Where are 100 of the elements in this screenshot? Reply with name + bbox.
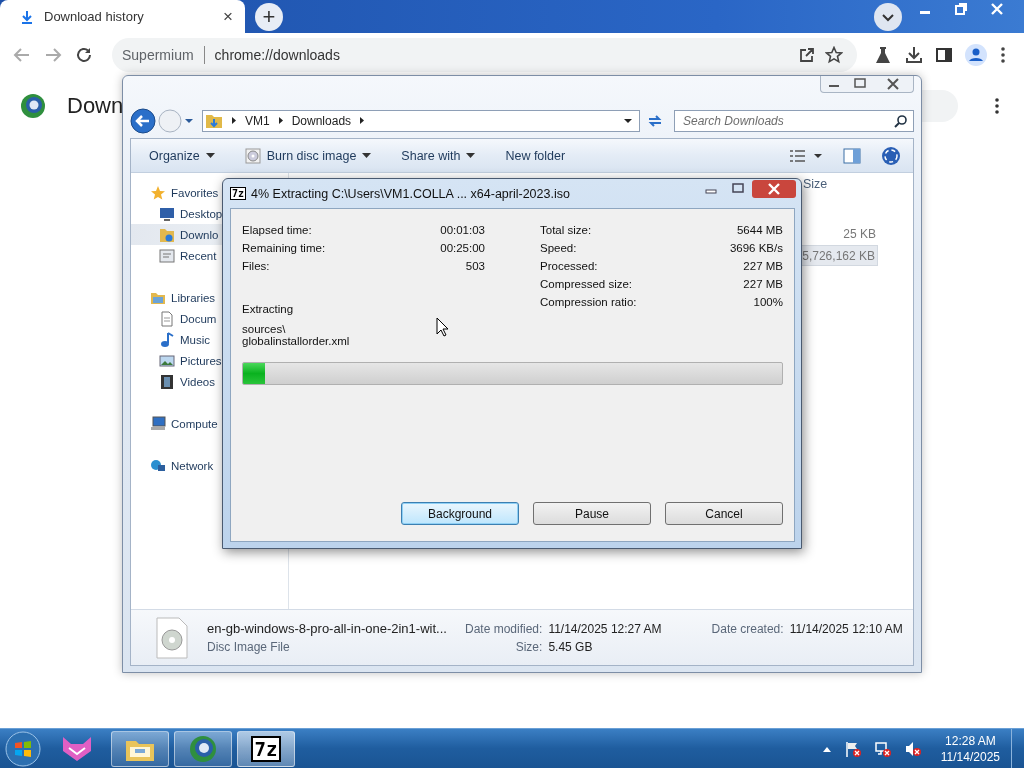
toolbar-button[interactable]: Burn disc image [244,147,372,164]
nav-item[interactable]: Compute [131,413,288,434]
field-value: 11/14/2025 12:27 AM [548,621,662,636]
browser-tab[interactable]: Download history × [0,0,245,33]
file-type: Disc Image File [207,639,291,654]
back-icon[interactable] [130,107,156,134]
disc-icon [244,147,261,164]
computer-icon [150,415,166,432]
clock[interactable]: 12:28 AM 11/14/2025 [940,732,1000,765]
stat-value: 503 [464,260,485,272]
stat-value: 5644 MB [735,224,783,236]
star-icon [150,184,166,201]
globe-icon [188,733,218,764]
stat-label: Compressed size: [540,278,634,290]
profile-icon[interactable] [965,44,987,66]
help-icon[interactable] [881,145,901,166]
toolbar-button[interactable]: Organize [149,148,215,163]
stat-value: 227 MB [742,260,783,272]
stat-value: 00:25:00 [440,242,485,254]
chevron-icon[interactable] [358,116,367,125]
search-icon[interactable] [894,113,908,128]
file-path: globalinstallorder.xml [242,335,350,347]
folder-icon [205,112,223,129]
nav-item[interactable]: Videos [131,371,288,392]
window-title: 4% Extracting C:\Users\VM1.COLLA ... x64-april-2023.iso [251,186,570,201]
cursor-icon [436,317,450,337]
field-label: Date modified: [465,621,543,636]
star-icon[interactable] [825,46,843,64]
music-note-icon [159,331,175,348]
preview-pane-icon[interactable] [843,146,861,165]
field-label: Size: [514,639,543,654]
caret-icon[interactable] [184,116,194,125]
recent-places-icon [159,247,175,264]
column-header[interactable]: Size [803,177,883,191]
field-value: 5.45 GB [548,639,594,654]
toolbar-button[interactable]: New folder [505,148,566,163]
chevron-icon[interactable] [230,116,238,125]
download-icon[interactable] [905,46,923,64]
stat-value: 100% [752,296,783,308]
file-path: sources\ [242,323,286,335]
film-icon [159,373,175,390]
cat-icon [60,734,94,763]
network-warning-icon[interactable] [873,739,892,758]
document-icon [159,310,175,327]
stat-label: Total size: [540,224,593,236]
image-icon [159,352,175,369]
stat-value: 3696 KB/s [729,242,783,254]
close-button[interactable] [752,180,796,198]
restore-icon[interactable] [954,2,968,16]
toolbar-button[interactable]: Share with [401,148,476,163]
stat-label: Files: [242,260,271,272]
flag-warning-icon[interactable] [843,739,862,758]
reload-icon[interactable] [75,46,93,64]
start-button[interactable] [5,730,41,767]
stat-label: Speed: [540,242,578,254]
menu-icon[interactable] [1000,46,1006,64]
flask-icon[interactable] [874,46,892,64]
taskbar-button[interactable] [111,730,169,767]
monitor-icon [159,205,175,222]
share-icon[interactable] [799,47,815,63]
field-value: 11/14/2025 12:10 AM [789,621,903,636]
address-bar[interactable]: Supermium chrome://downloads [112,38,857,72]
network-icon [150,457,166,474]
nav-item[interactable]: Network [131,455,288,476]
page-title: Down [67,93,124,119]
close-tab-button[interactable]: × [223,6,233,27]
nav-item[interactable]: Desktop [131,203,288,224]
view-options-icon[interactable] [789,147,823,164]
stat-label: Remaining time: [242,242,327,254]
caret-icon[interactable] [623,116,633,125]
caret-icon [362,152,372,159]
stat-value: 00:01:03 [440,224,485,236]
search-field[interactable] [922,90,958,122]
close-icon[interactable] [990,2,1004,16]
taskbar-button[interactable] [174,730,232,767]
chevron-icon[interactable] [276,116,285,125]
dialog-button[interactable]: Cancel [665,502,783,525]
globe-icon [20,93,46,119]
size-cell-text: 25 KB [842,226,877,243]
nav-item[interactable]: Pictures [131,350,288,371]
disc-file-icon [155,615,189,660]
folder-icon [159,226,175,243]
new-tab-button[interactable]: + [255,2,283,31]
app-logo: 7z [250,735,282,762]
search-field[interactable]: Search Downloads [674,109,914,132]
file-name: en-gb-windows-8-pro-all-in-one-2in1-wit... [207,621,448,636]
dialog-button[interactable]: Pause [533,502,651,525]
dialog-button[interactable]: Background [401,502,519,525]
stat-label: Compression ratio: [540,296,638,308]
caret-icon [205,152,215,159]
download-icon [20,9,34,24]
field-label: Date created: [711,621,784,636]
stat-value: 227 MB [742,278,783,290]
app-logo: 7z [230,187,247,200]
tab-search-icon[interactable] [874,2,902,31]
side-panel-icon[interactable] [936,47,952,63]
more-icon[interactable] [994,97,1000,115]
address-bar[interactable]: VM1 Downloads [202,109,640,132]
taskbar-button[interactable]: 7z [237,730,295,767]
caret-icon [466,152,476,159]
